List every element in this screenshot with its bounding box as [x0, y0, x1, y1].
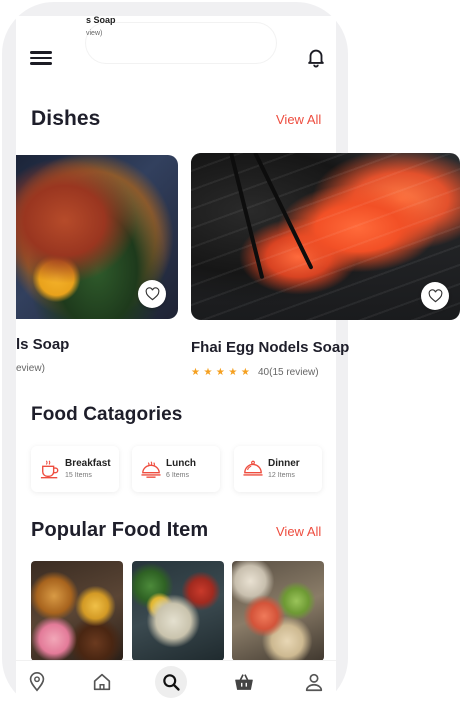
bottom-nav — [16, 660, 336, 704]
category-name: Breakfast — [65, 458, 111, 469]
dish-card-2[interactable] — [191, 153, 460, 320]
category-count: 12 Items — [268, 472, 295, 479]
coffee-cup-icon — [40, 460, 59, 479]
popular-food-item-2[interactable] — [132, 561, 224, 661]
home-icon[interactable] — [91, 671, 113, 693]
dishes-title: Dishes — [31, 107, 101, 130]
popular-food-item-1[interactable] — [31, 561, 123, 661]
dish-review-1: eview) — [16, 363, 45, 374]
bell-icon[interactable] — [305, 45, 327, 69]
search-icon — [163, 674, 180, 691]
food-tray-icon — [141, 461, 161, 478]
app-canvas: s Soap view) Dishes View All ls Soap evi… — [0, 0, 462, 713]
dish-name-1: ls Soap — [16, 336, 70, 353]
heart-icon — [428, 289, 442, 303]
category-card-dinner[interactable]: Dinner 12 Items — [234, 446, 322, 492]
category-count: 6 Items — [166, 472, 189, 479]
category-name: Lunch — [166, 458, 196, 469]
profile-icon[interactable] — [303, 671, 325, 693]
ghost-header-title: s Soap — [86, 15, 116, 25]
dish-image-2 — [191, 153, 460, 320]
categories-title: Food Catagories — [31, 404, 183, 425]
dish-name-2: Fhai Egg Nodels Soap — [191, 339, 350, 356]
location-pin-icon[interactable] — [26, 671, 48, 693]
category-count: 15 Items — [65, 472, 92, 479]
search-button[interactable] — [155, 666, 187, 698]
popular-food-item-3[interactable] — [232, 561, 324, 661]
category-card-lunch[interactable]: Lunch 6 Items — [132, 446, 220, 492]
dishes-view-all-link[interactable]: View All — [276, 112, 321, 127]
dynamic-island — [86, 23, 276, 63]
heart-icon — [145, 287, 159, 301]
cloche-icon — [243, 460, 263, 476]
rating-stars: ★★★★★ — [191, 367, 254, 378]
favorite-button-2[interactable] — [421, 282, 449, 310]
dish-review-2: 40(15 review) — [258, 367, 319, 378]
popular-view-all-link[interactable]: View All — [276, 524, 321, 539]
category-name: Dinner — [268, 458, 300, 469]
favorite-button-1[interactable] — [138, 280, 166, 308]
category-card-breakfast[interactable]: Breakfast 15 Items — [31, 446, 119, 492]
popular-title: Popular Food Item — [31, 519, 209, 541]
menu-icon[interactable] — [30, 48, 52, 66]
ghost-header-subtitle: view) — [86, 30, 103, 37]
basket-icon[interactable] — [233, 671, 255, 693]
